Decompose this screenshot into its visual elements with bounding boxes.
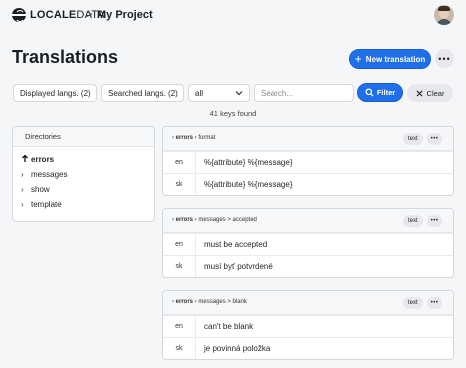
chevron-down-icon — [235, 91, 243, 96]
directory-item-errors[interactable]: errors — [21, 152, 54, 166]
translation-card: › errors › messages > accepted text ••• … — [162, 208, 454, 278]
displayed-langs-button[interactable]: Displayed langs. (2) — [13, 84, 97, 102]
type-badge[interactable]: text — [403, 297, 423, 309]
more-horizontal-icon[interactable]: ••• — [427, 297, 442, 309]
directory-item-template[interactable]: › template — [21, 197, 62, 211]
directory-item-messages[interactable]: › messages — [21, 167, 67, 181]
more-horizontal-icon[interactable]: ••• — [427, 133, 442, 145]
translation-row[interactable]: en %{attribute} %{message} — [163, 151, 453, 174]
search-input[interactable]: Search... — [254, 84, 354, 102]
directory-item-show[interactable]: › show — [21, 182, 50, 196]
directories-heading: Directories — [13, 127, 154, 147]
language-code: en — [175, 323, 183, 330]
translation-card: › errors › format text ••• en %{attribut… — [162, 126, 454, 196]
language-code: sk — [175, 263, 183, 270]
chevron-right-icon: › — [21, 184, 24, 194]
scope-select[interactable]: all — [188, 84, 250, 102]
translation-text[interactable]: %{attribute} %{message} — [196, 180, 293, 189]
translation-text[interactable]: %{attribute} %{message} — [196, 158, 293, 167]
more-horizontal-icon[interactable]: ••• — [427, 215, 442, 227]
brand-name: LOCALEDATA — [30, 9, 105, 21]
directory-label: show — [31, 184, 50, 194]
translation-card-header: › errors › messages > blank text ••• — [163, 291, 453, 315]
filter-label: Filter — [376, 88, 396, 97]
translation-key-path[interactable]: › errors › format — [172, 135, 215, 141]
key-path-rest: format — [198, 135, 216, 141]
result-count: 41 keys found — [209, 109, 257, 118]
more-options-button[interactable]: ••• — [435, 49, 454, 68]
searched-langs-button[interactable]: Searched langs. (2) — [101, 84, 184, 102]
plus-icon: + — [354, 52, 362, 66]
new-translation-label: New translation — [365, 54, 426, 64]
chevron-right-icon: › — [21, 169, 24, 179]
arrow-up-icon — [21, 154, 31, 165]
user-avatar[interactable] — [434, 5, 454, 25]
clear-button[interactable]: Clear — [407, 84, 453, 102]
translation-row[interactable]: sk %{attribute} %{message} — [163, 173, 453, 195]
type-badge[interactable]: text — [403, 133, 423, 145]
translation-row[interactable]: en can't be blank — [163, 315, 453, 338]
translation-card: › errors › messages > blank text ••• en … — [162, 290, 454, 360]
directories-panel: Directories errors › messages › show › t… — [12, 126, 155, 222]
close-icon — [416, 89, 423, 97]
project-name[interactable]: My Project — [97, 9, 153, 21]
brand-name-bold: LOCALE — [30, 9, 77, 21]
translation-row[interactable]: sk musí byť potvrdené — [163, 255, 453, 277]
breadcrumb-separator: > — [86, 9, 93, 21]
translation-row[interactable]: sk je povinná položka — [163, 337, 453, 359]
filter-button[interactable]: Filter — [357, 83, 403, 102]
search-icon — [365, 88, 374, 97]
displayed-langs-label: Displayed langs. (2) — [20, 88, 91, 98]
key-path-root: errors — [175, 217, 194, 223]
translation-key-path[interactable]: › errors › messages > blank — [172, 299, 247, 305]
translation-card-header: › errors › format text ••• — [163, 127, 453, 151]
language-code: sk — [175, 345, 183, 352]
language-code: en — [175, 241, 183, 248]
directory-label: messages — [31, 169, 68, 179]
page-title: Translations — [12, 47, 119, 67]
directory-label: template — [31, 199, 62, 209]
searched-langs-label: Searched langs. (2) — [108, 88, 178, 98]
directory-label: errors — [31, 154, 55, 164]
key-path-rest: messages > accepted — [198, 217, 257, 223]
key-path-rest: messages > blank — [198, 299, 247, 305]
translation-text[interactable]: can't be blank — [196, 322, 253, 331]
type-badge[interactable]: text — [403, 215, 423, 227]
translation-text[interactable]: je povinná položka — [196, 344, 270, 353]
more-horizontal-icon: ••• — [438, 53, 451, 64]
new-translation-button[interactable]: + New translation — [349, 49, 431, 69]
language-code: en — [175, 159, 183, 166]
clear-label: Clear — [426, 88, 445, 98]
scope-select-value: all — [195, 88, 204, 98]
translation-card-header: › errors › messages > accepted text ••• — [163, 209, 453, 233]
key-path-root: errors — [175, 135, 194, 141]
chevron-right-icon: › — [21, 199, 24, 209]
search-placeholder: Search... — [261, 88, 294, 98]
translation-text[interactable]: musí byť potvrdené — [196, 262, 273, 271]
language-code: sk — [175, 181, 183, 188]
translation-row[interactable]: en must be accepted — [163, 233, 453, 256]
key-path-root: errors — [175, 299, 194, 305]
translation-text[interactable]: must be accepted — [196, 240, 267, 249]
top-bar: LOCALEDATA > My Project — [0, 0, 466, 32]
globe-icon — [12, 8, 26, 22]
translation-key-path[interactable]: › errors › messages > accepted — [172, 217, 257, 223]
